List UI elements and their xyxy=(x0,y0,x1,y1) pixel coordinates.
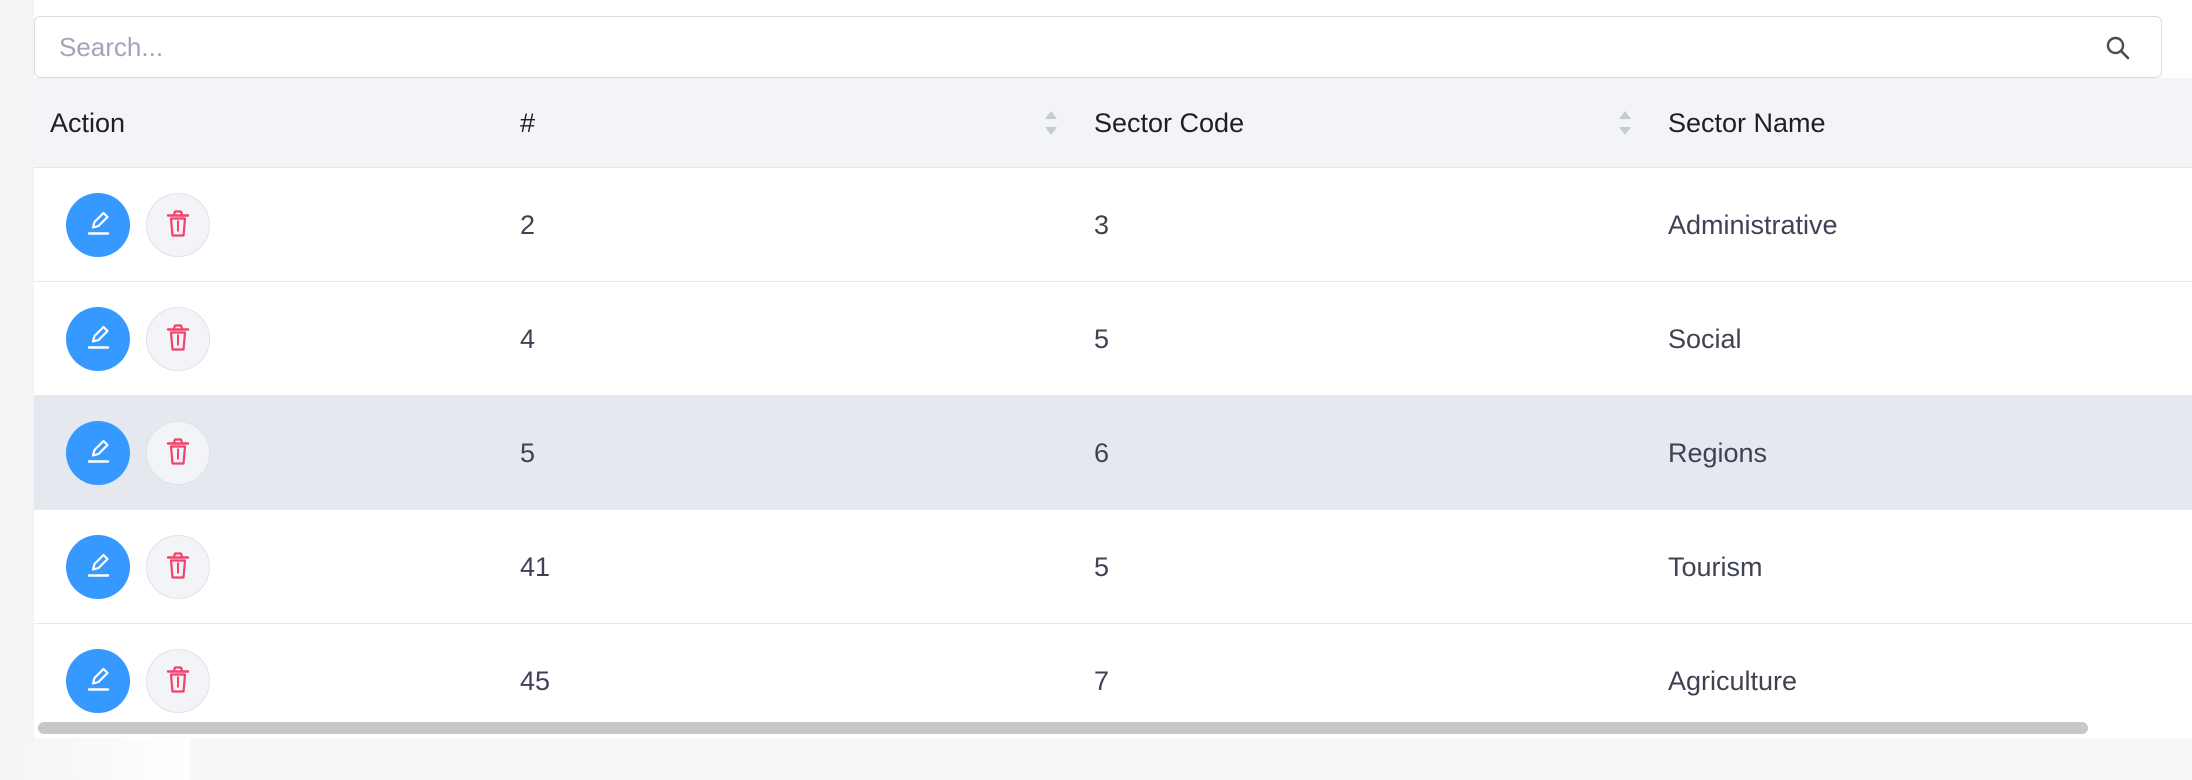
row-number: 41 xyxy=(520,552,551,582)
sector-code: 5 xyxy=(1094,552,1110,582)
edit-icon xyxy=(83,437,113,470)
delete-button[interactable] xyxy=(146,649,210,713)
search-box xyxy=(34,16,2162,78)
delete-button[interactable] xyxy=(146,421,210,485)
edit-button[interactable] xyxy=(66,193,130,257)
delete-button[interactable] xyxy=(146,535,210,599)
sector-name: Tourism xyxy=(1668,552,1763,582)
trash-icon xyxy=(164,665,192,698)
sector-code: 5 xyxy=(1094,324,1110,354)
column-header-action: Action xyxy=(50,108,126,138)
sector-name: Regions xyxy=(1668,438,1768,468)
edit-button[interactable] xyxy=(66,307,130,371)
footer-strip xyxy=(0,738,2192,780)
edit-button[interactable] xyxy=(66,649,130,713)
delete-button[interactable] xyxy=(146,307,210,371)
search-icon[interactable] xyxy=(2105,35,2131,61)
table-row: 4 5 Social xyxy=(34,282,2192,396)
scrollbar-thumb[interactable] xyxy=(38,722,2088,734)
left-gutter xyxy=(0,0,34,780)
table-row: 2 3 Administrative xyxy=(34,168,2192,282)
sort-icon[interactable] xyxy=(1616,108,1634,138)
sector-name: Administrative xyxy=(1668,210,1838,240)
edit-icon xyxy=(83,551,113,584)
edit-icon xyxy=(83,665,113,698)
trash-icon xyxy=(164,209,192,242)
delete-button[interactable] xyxy=(146,193,210,257)
edit-icon xyxy=(83,323,113,356)
sort-icon[interactable] xyxy=(1042,108,1060,138)
edit-button[interactable] xyxy=(66,421,130,485)
table-row: 41 5 Tourism xyxy=(34,510,2192,624)
table-header: Action # Sector Code Sector Name xyxy=(34,78,2192,168)
sector-code: 6 xyxy=(1094,438,1110,468)
trash-icon xyxy=(164,437,192,470)
horizontal-scrollbar[interactable] xyxy=(34,718,2192,738)
row-number: 2 xyxy=(520,210,536,240)
row-number: 4 xyxy=(520,324,536,354)
edit-icon xyxy=(83,209,113,242)
row-number: 5 xyxy=(520,438,536,468)
edit-button[interactable] xyxy=(66,535,130,599)
table-row: 5 6 Regions xyxy=(34,396,2192,510)
trash-icon xyxy=(164,551,192,584)
column-header-sector-code[interactable]: Sector Code xyxy=(1094,78,1244,168)
sector-name: Social xyxy=(1668,324,1742,354)
trash-icon xyxy=(164,323,192,356)
column-header-number[interactable]: # xyxy=(520,78,535,168)
footer-shade xyxy=(0,738,190,780)
column-header-sector-name: Sector Name xyxy=(1668,108,1826,138)
search-input[interactable] xyxy=(59,17,2099,77)
sector-code: 3 xyxy=(1094,210,1110,240)
sectors-table: Action # Sector Code Sector Name 2 3 Adm… xyxy=(34,78,2192,738)
